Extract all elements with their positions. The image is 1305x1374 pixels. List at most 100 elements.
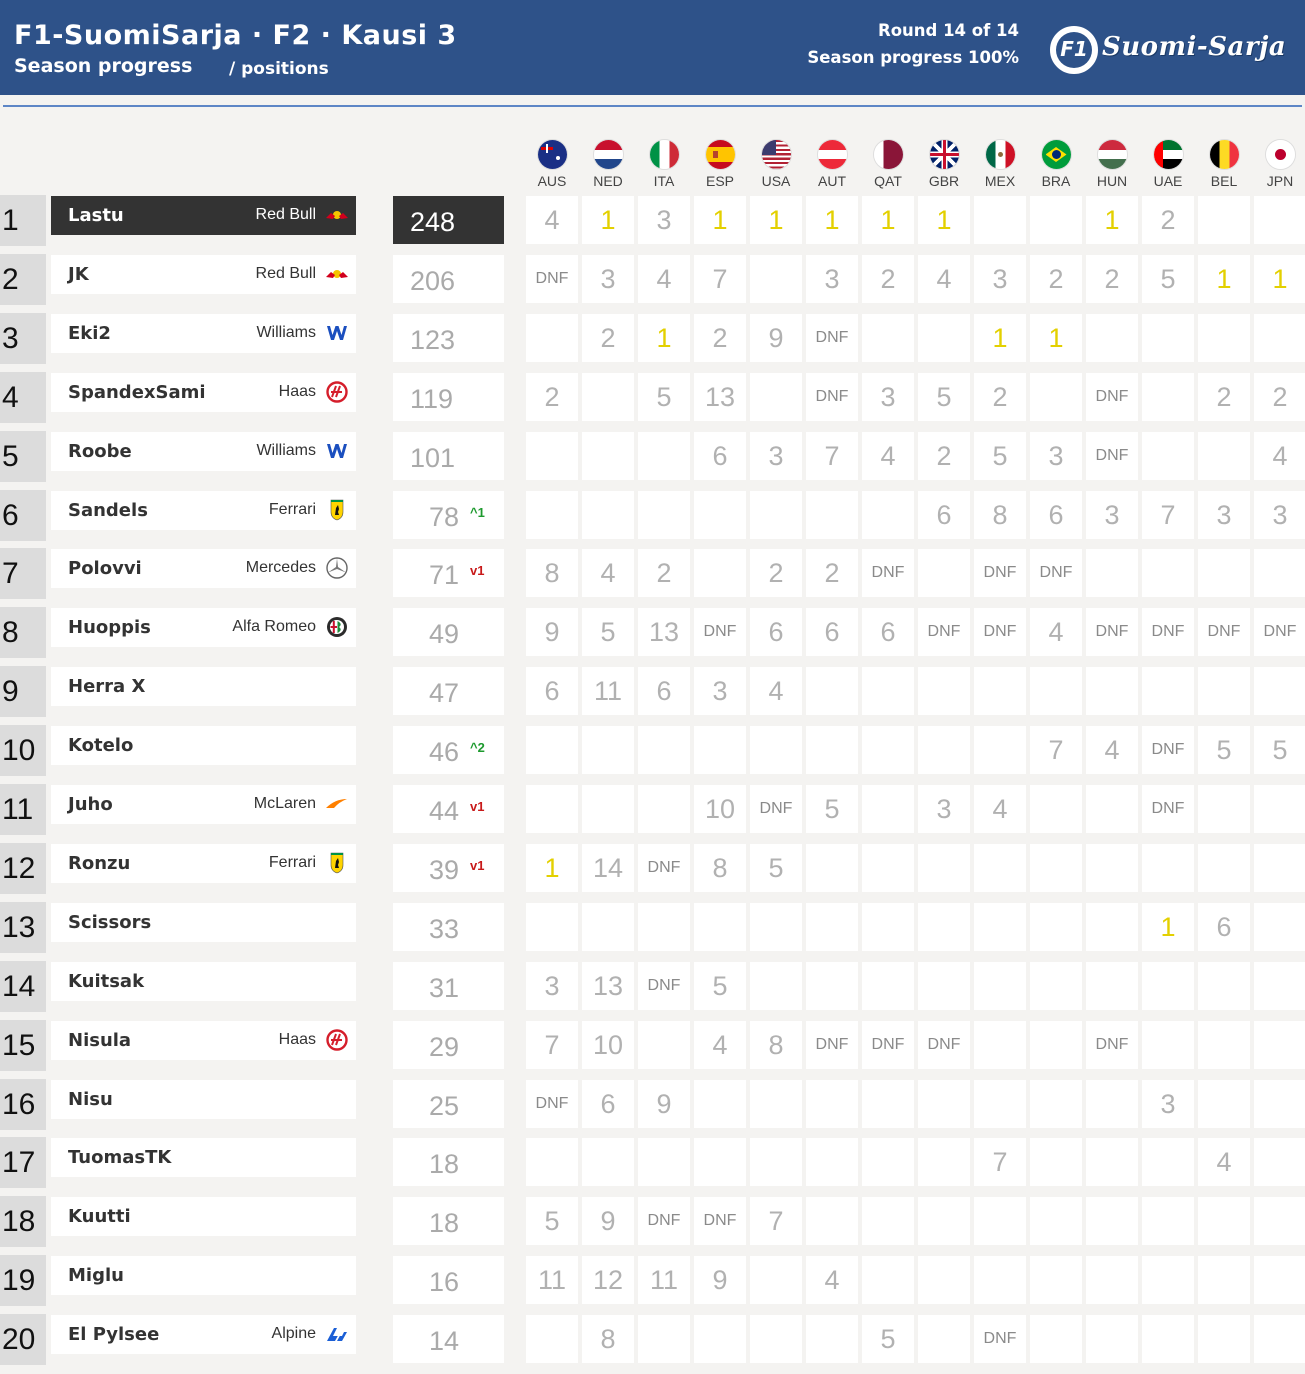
- position-number: 20: [0, 1314, 46, 1365]
- result-cell: 2: [918, 432, 970, 480]
- result-cell: 3: [638, 196, 690, 244]
- result-cell: [862, 1256, 914, 1304]
- result-cell: [1254, 314, 1305, 362]
- result-cell: 1: [806, 196, 858, 244]
- result-cell: 5: [1142, 255, 1194, 303]
- race-header-aut: AUT: [806, 138, 858, 190]
- result-cell: DNF: [1086, 373, 1138, 421]
- result-cell: DNF: [918, 1021, 970, 1069]
- result-cell: [526, 1138, 578, 1186]
- result-cell: [918, 1315, 970, 1363]
- result-cell: [750, 726, 802, 774]
- result-cell: [918, 1138, 970, 1186]
- driver-cell: Herra X: [51, 667, 356, 706]
- result-cell: [918, 1080, 970, 1128]
- result-cell: 2: [974, 373, 1026, 421]
- race-header-gbr: GBR: [918, 138, 970, 190]
- result-cell: [1142, 1197, 1194, 1245]
- points-value: 39: [429, 855, 460, 885]
- result-cell: 3: [1142, 1080, 1194, 1128]
- position-number: 19: [0, 1255, 46, 1306]
- result-cell: [918, 962, 970, 1010]
- alpine-logo-icon: [325, 1323, 349, 1345]
- result-cell: [694, 1080, 746, 1128]
- result-cell: [1198, 1021, 1250, 1069]
- result-cell: [918, 667, 970, 715]
- redbull-logo-icon: [325, 204, 349, 226]
- result-cell: [862, 844, 914, 892]
- result-cell: DNF: [694, 608, 746, 656]
- result-cell: [750, 1080, 802, 1128]
- result-cell: [526, 314, 578, 362]
- result-cell: [1198, 844, 1250, 892]
- result-cell: 13: [638, 608, 690, 656]
- result-cell: [1086, 1080, 1138, 1128]
- result-cell: 5: [582, 608, 634, 656]
- driver-cell: Kotelo: [51, 726, 356, 765]
- position-number: 3: [0, 313, 46, 364]
- redbull-logo-icon: [325, 263, 349, 285]
- result-cell: [638, 1138, 690, 1186]
- result-cell: [1086, 1138, 1138, 1186]
- driver-name: TuomasTK: [68, 1147, 172, 1168]
- result-cell: 6: [638, 667, 690, 715]
- result-cell: [806, 491, 858, 539]
- driver-name: Huoppis: [68, 617, 151, 638]
- alfaromeo-logo-icon: [325, 616, 349, 638]
- result-cell: 2: [1198, 373, 1250, 421]
- result-cell: 6: [526, 667, 578, 715]
- position-number: 10: [0, 725, 46, 776]
- result-cell: 4: [750, 667, 802, 715]
- result-cell: [750, 962, 802, 1010]
- result-cell: [638, 785, 690, 833]
- result-cell: 1: [1086, 196, 1138, 244]
- result-cell: 6: [1030, 491, 1082, 539]
- result-cell: [974, 1021, 1026, 1069]
- race-label: JPN: [1266, 173, 1294, 189]
- points-value: 18: [429, 1149, 460, 1179]
- points-cell: 248: [393, 196, 504, 244]
- result-cell: 8: [582, 1315, 634, 1363]
- result-cell: [526, 491, 578, 539]
- team-name: Williams: [256, 442, 316, 459]
- result-cell: [694, 1315, 746, 1363]
- result-cell: [1030, 196, 1082, 244]
- race-header-ita: ITA: [638, 138, 690, 190]
- result-cell: [1030, 667, 1082, 715]
- points-value: 206: [410, 266, 456, 296]
- position-number: 8: [0, 607, 46, 658]
- result-cell: [1030, 844, 1082, 892]
- race-label: MEX: [984, 173, 1016, 189]
- result-cell: 2: [582, 314, 634, 362]
- points-value: 29: [429, 1032, 460, 1062]
- result-cell: DNF: [1142, 726, 1194, 774]
- race-label: QAT: [874, 173, 902, 189]
- points-value: 119: [410, 384, 454, 414]
- points-cell: 119: [393, 373, 504, 421]
- result-cell: [974, 1080, 1026, 1128]
- result-cell: [1030, 1021, 1082, 1069]
- result-cell: [862, 1197, 914, 1245]
- result-cell: [1142, 1315, 1194, 1363]
- result-cell: [1198, 1080, 1250, 1128]
- result-cell: [806, 903, 858, 951]
- result-cell: DNF: [806, 314, 858, 362]
- result-cell: 11: [526, 1256, 578, 1304]
- position-number: 14: [0, 961, 46, 1012]
- driver-cell: Roobe Williams: [51, 432, 356, 471]
- result-cell: [582, 373, 634, 421]
- result-cell: [638, 491, 690, 539]
- points-cell: 18: [393, 1197, 504, 1245]
- result-cell: DNF: [974, 549, 1026, 597]
- result-cell: 2: [526, 373, 578, 421]
- result-cell: [806, 1080, 858, 1128]
- result-cell: [1254, 962, 1305, 1010]
- points-cell: 31: [393, 962, 504, 1010]
- result-cell: [1198, 667, 1250, 715]
- result-cell: 11: [582, 667, 634, 715]
- result-cell: [1198, 1197, 1250, 1245]
- result-cell: 7: [974, 1138, 1026, 1186]
- points-value: 248: [410, 207, 456, 237]
- driver-cell: SpandexSami Haas: [51, 373, 356, 412]
- result-cell: [1198, 549, 1250, 597]
